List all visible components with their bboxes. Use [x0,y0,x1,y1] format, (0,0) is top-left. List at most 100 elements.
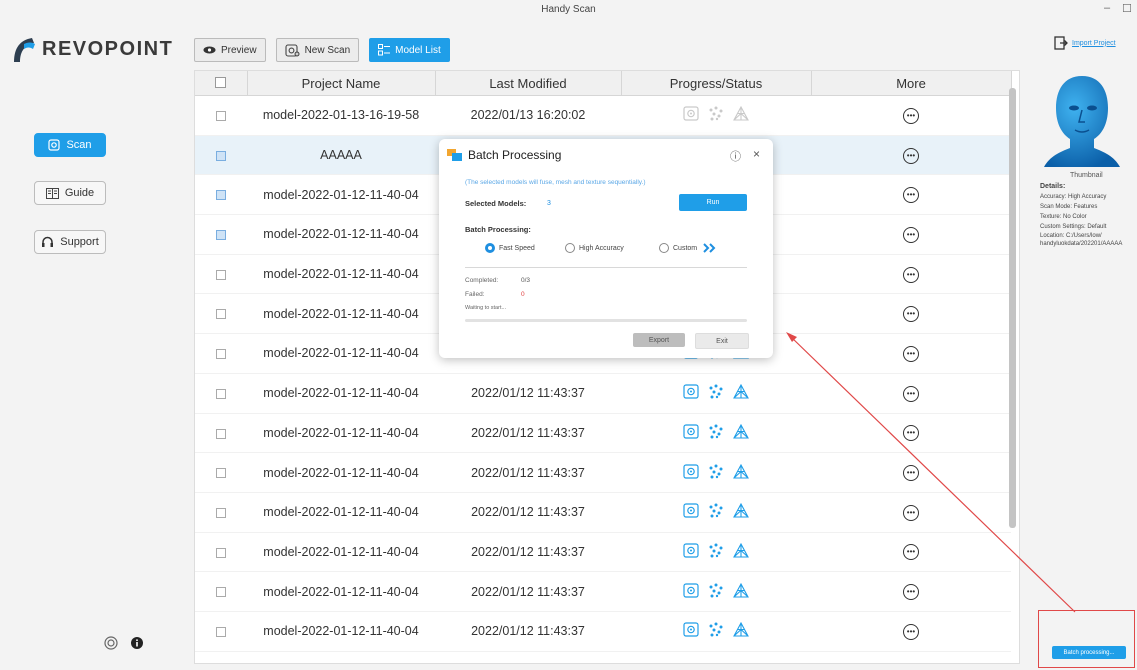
row-checkbox-cell[interactable] [195,333,247,374]
new-scan-button[interactable]: New Scan [275,38,360,62]
model-list-button[interactable]: Model List [369,38,450,62]
nav-guide-button[interactable]: Guide [34,181,106,205]
more-options-icon[interactable]: ••• [903,544,919,561]
high-accuracy-radio[interactable]: High Accuracy [565,243,624,253]
nav-scan-button[interactable]: Scan [34,133,106,157]
row-checkbox-cell[interactable] [195,611,247,652]
more-options-icon[interactable]: ••• [903,226,919,243]
table-row[interactable]: model-2022-01-12-11-40-04 2022/01/12 11:… [195,452,1011,493]
row-checkbox-cell[interactable] [195,571,247,612]
row-checkbox[interactable] [216,190,226,201]
more-options-icon[interactable]: ••• [903,504,919,521]
fast-speed-radio[interactable]: Fast Speed [485,243,535,253]
more-cell[interactable]: ••• [811,611,1011,652]
row-checkbox[interactable] [216,349,226,360]
more-cell[interactable]: ••• [811,452,1011,493]
more-options-icon[interactable]: ••• [903,425,919,442]
more-options-icon[interactable]: ••• [903,345,919,362]
row-checkbox-cell[interactable] [195,254,247,295]
row-checkbox[interactable] [216,587,226,598]
more-options-icon[interactable]: ••• [903,623,919,640]
table-row[interactable]: model-2022-01-13-16-19-58 2022/01/13 16:… [195,95,1011,136]
row-checkbox[interactable] [216,428,226,439]
project-name-cell: model-2022-01-12-11-40-04 [247,492,435,533]
app-icon [447,148,463,162]
table-row[interactable]: model-2022-01-12-11-40-04 2022/01/12 11:… [195,611,1011,652]
import-project-link[interactable]: Import Project [1072,40,1116,47]
more-cell[interactable]: ••• [811,333,1011,374]
fuse-icon [683,424,699,439]
more-cell[interactable]: ••• [811,532,1011,573]
row-checkbox[interactable] [216,269,226,280]
more-cell[interactable]: ••• [811,492,1011,533]
row-checkbox-cell[interactable] [195,532,247,573]
more-cell[interactable]: ••• [811,373,1011,414]
dialog-info-icon[interactable]: ⓘ [730,148,741,164]
row-checkbox-cell[interactable] [195,214,247,255]
copyright-icon[interactable] [104,636,118,650]
row-checkbox-cell[interactable] [195,373,247,414]
row-checkbox[interactable] [216,388,226,399]
more-options-icon[interactable]: ••• [903,187,919,204]
dialog-title-bar: Batch Processing [447,148,561,162]
batch-processing-button[interactable]: Batch processing... [1052,646,1126,659]
more-options-icon[interactable]: ••• [903,584,919,601]
more-cell[interactable]: ••• [811,135,1011,176]
maximize-button[interactable]: ☐ [1122,2,1132,15]
select-all-checkbox-header[interactable] [195,71,248,96]
more-cell[interactable]: ••• [811,413,1011,454]
more-options-icon[interactable]: ••• [903,147,919,164]
minimize-button[interactable]: – [1104,2,1110,14]
run-button[interactable]: Run [679,194,747,211]
export-button[interactable]: Export [633,333,685,347]
select-all-checkbox[interactable] [215,76,227,88]
double-chevron-right-icon[interactable] [703,243,717,253]
more-options-icon[interactable]: ••• [903,306,919,323]
info-icon[interactable] [130,636,144,650]
more-cell[interactable]: ••• [811,214,1011,255]
nav-support-button[interactable]: Support [34,230,106,254]
row-checkbox[interactable] [216,309,226,320]
more-cell[interactable]: ••• [811,571,1011,612]
table-row[interactable]: model-2022-01-12-11-40-04 2022/01/12 11:… [195,571,1011,612]
more-options-icon[interactable]: ••• [903,107,919,124]
more-cell[interactable]: ••• [811,293,1011,335]
table-scrollbar[interactable] [1009,88,1016,528]
exit-button[interactable]: Exit [695,333,749,349]
table-row[interactable]: model-2022-01-12-11-40-04 2022/01/12 11:… [195,373,1011,414]
more-cell[interactable]: ••• [811,95,1011,136]
row-checkbox[interactable] [216,547,226,558]
more-options-icon[interactable]: ••• [903,465,919,482]
row-checkbox-cell[interactable] [195,492,247,533]
table-row[interactable]: model-2022-01-12-11-40-04 2022/01/12 11:… [195,413,1011,454]
table-row[interactable]: model-2022-01-12-11-40-04 2022/01/12 11:… [195,492,1011,533]
scan-icon [48,139,61,151]
preview-button[interactable]: Preview [194,38,266,62]
more-cell[interactable]: ••• [811,254,1011,295]
more-cell[interactable]: ••• [811,174,1011,216]
column-header-last-modified[interactable]: Last Modified [435,71,622,96]
custom-radio[interactable]: Custom [659,243,717,253]
row-checkbox-cell[interactable] [195,293,247,335]
more-options-icon[interactable]: ••• [903,266,919,283]
row-checkbox-cell[interactable] [195,135,247,176]
row-checkbox[interactable] [216,111,226,122]
dialog-title: Batch Processing [468,148,562,162]
row-checkbox[interactable] [216,150,226,161]
last-modified-cell: 2022/01/12 11:43:37 [435,413,621,454]
table-row[interactable]: model-2022-01-12-11-40-04 2022/01/12 11:… [195,532,1011,573]
row-checkbox[interactable] [216,230,226,241]
dialog-close-icon[interactable]: × [753,147,760,161]
more-options-icon[interactable]: ••• [903,385,919,402]
row-checkbox-cell[interactable] [195,413,247,454]
row-checkbox-cell[interactable] [195,174,247,216]
import-project[interactable]: Import Project [1054,36,1116,50]
row-checkbox[interactable] [216,507,226,518]
row-checkbox[interactable] [216,468,226,479]
column-header-project-name[interactable]: Project Name [247,71,436,96]
row-checkbox[interactable] [216,626,226,637]
row-checkbox-cell[interactable] [195,452,247,493]
project-name-cell: AAAAA [247,135,435,176]
row-checkbox-cell[interactable] [195,95,247,136]
custom-label: Custom [673,244,698,252]
